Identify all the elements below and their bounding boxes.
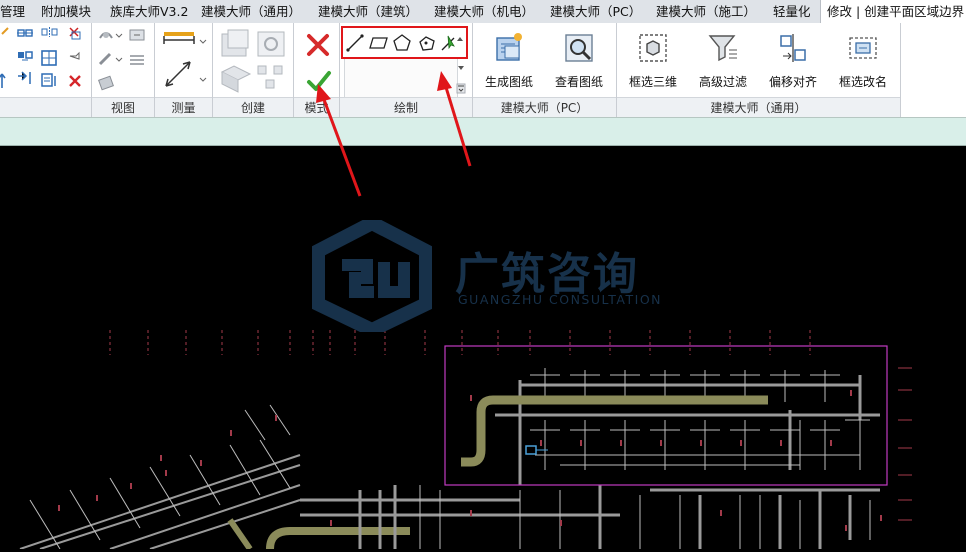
box-3d-icon: [639, 34, 667, 62]
measure-distance-icon[interactable]: [163, 32, 207, 44]
panel-title-view: 视图: [110, 101, 135, 115]
ribbon-tab-bar: 管理 附加模块 族库大师V3.2 建模大师（通用） 建模大师（建筑） 建模大师（…: [0, 0, 966, 24]
paint-brush-icon[interactable]: [98, 52, 123, 66]
view-drawing-button[interactable]: 查看图纸: [547, 28, 611, 92]
generate-drawing-icon: [496, 33, 522, 61]
panel-title-measure: 测量: [171, 101, 196, 115]
watermark-name-en: GUANGZHU CONSULTATION: [458, 292, 663, 307]
create-similar-icon[interactable]: [221, 29, 249, 57]
drawing-canvas[interactable]: [0, 145, 966, 551]
view-panel-tools: [94, 26, 152, 96]
array-icon[interactable]: [41, 50, 57, 66]
offset-align-icon: [780, 34, 806, 62]
tab-modeler-general[interactable]: 建模大师（通用）: [201, 0, 301, 23]
draw-tools-highlight: [341, 26, 468, 59]
box-select-3d-button[interactable]: 框选三维: [621, 28, 685, 92]
split-icon[interactable]: [18, 71, 31, 84]
tab-manage[interactable]: 管理: [0, 0, 25, 23]
create-assembly-icon[interactable]: [257, 65, 283, 89]
measure-panel-tools: [158, 26, 210, 96]
scale-icon[interactable]: [41, 73, 56, 87]
tab-lightweight[interactable]: 轻量化: [773, 0, 811, 23]
offset-align-button[interactable]: 偏移对齐: [761, 28, 825, 92]
modify-tool-icon[interactable]: [1, 27, 9, 35]
panel-title-pc: 建模大师（PC）: [500, 101, 589, 115]
create-panel-tools: [216, 26, 292, 96]
box-select-3d-label: 框选三维: [628, 75, 677, 89]
tab-modeler-mep[interactable]: 建模大师（机电）: [434, 0, 534, 23]
create-parts-icon[interactable]: [220, 65, 252, 93]
delete-icon[interactable]: [69, 75, 81, 87]
tab-modeler-construction[interactable]: 建模大师（施工）: [656, 0, 756, 23]
linework-icon[interactable]: [130, 55, 144, 65]
visibility-icon[interactable]: [99, 32, 123, 39]
arrow-head-icon: [437, 71, 452, 91]
box-rename-label: 框选改名: [838, 75, 887, 89]
tab-addins[interactable]: 附加模块: [41, 0, 91, 23]
advanced-filter-button[interactable]: 高级过滤: [691, 28, 755, 92]
floor-plan-drawing: [19, 330, 912, 551]
offset-align-label: 偏移对齐: [768, 75, 817, 89]
tab-family-library[interactable]: 族库大师V3.2: [110, 0, 188, 23]
view-drawing-label: 查看图纸: [554, 75, 603, 89]
tab-modeler-pc[interactable]: 建模大师（PC）: [550, 0, 641, 23]
panel-separator: [900, 23, 901, 117]
create-group-icon[interactable]: [257, 31, 285, 57]
panel-title-create: 创建: [240, 101, 265, 115]
hide-element-icon[interactable]: [98, 75, 114, 91]
cut-geometry-icon[interactable]: [69, 27, 81, 40]
pin-icon[interactable]: [69, 51, 80, 60]
cancel-edit-mode-button[interactable]: [305, 32, 331, 58]
filter-icon: [708, 35, 737, 62]
dimension-icon[interactable]: [165, 61, 207, 87]
box-rename-icon: [849, 37, 877, 59]
tab-modify-create-floor-boundary[interactable]: 修改 | 创建平面区域边界: [820, 0, 966, 24]
mirror-icon[interactable]: [41, 27, 58, 37]
align-icon[interactable]: [17, 29, 33, 37]
arrow-head-icon: [316, 84, 331, 103]
annotation-arrows: [300, 70, 490, 200]
cancel-icon: [307, 34, 329, 56]
box-rename-button[interactable]: 框选改名: [831, 28, 895, 92]
copy-icon[interactable]: [18, 51, 33, 61]
panel-title-general: 建模大师（通用）: [710, 101, 807, 115]
tab-modeler-architecture[interactable]: 建模大师（建筑）: [318, 0, 418, 23]
offset-icon[interactable]: [0, 73, 6, 88]
watermark-logo: [311, 215, 433, 338]
advanced-filter-label: 高级过滤: [698, 75, 747, 89]
thin-lines-icon[interactable]: [129, 29, 145, 41]
view-drawing-icon: [565, 34, 593, 62]
modify-panel-tools: [0, 26, 90, 96]
